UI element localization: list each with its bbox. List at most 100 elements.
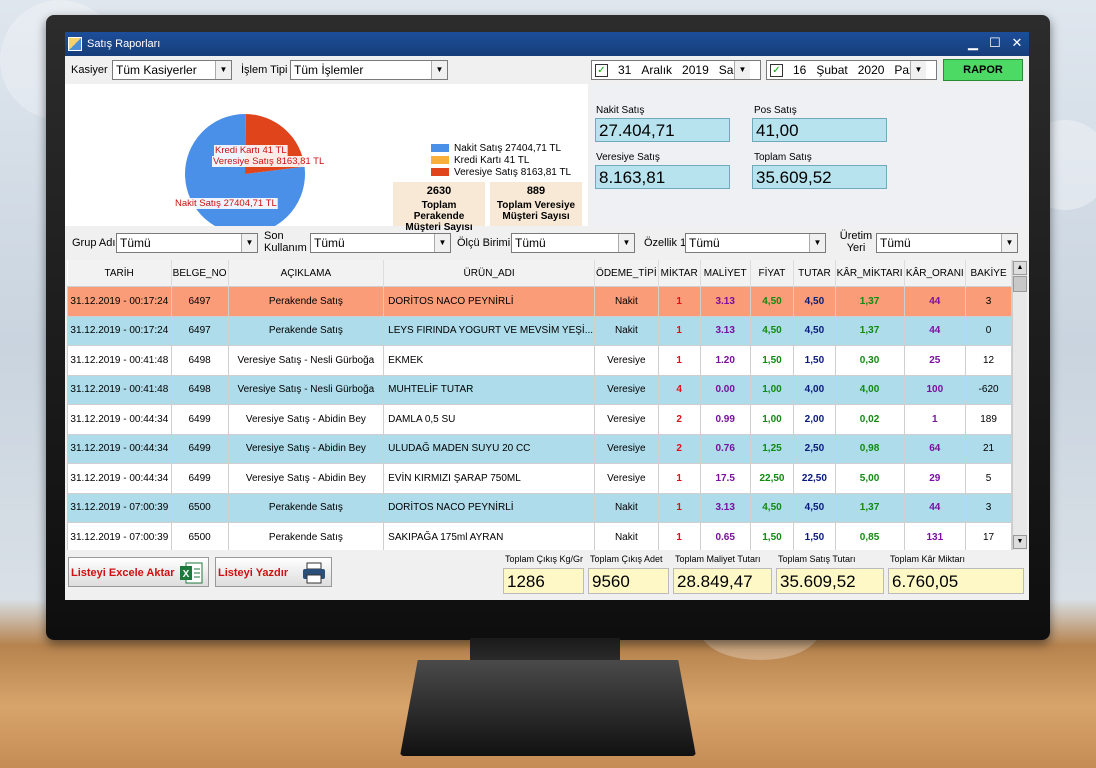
cell-aciklama: Veresiye Satış - Abidin Bey bbox=[227, 463, 385, 494]
islem-label: İşlem Tipi bbox=[241, 64, 288, 76]
table-row[interactable]: 31.12.2019 - 00:44:34 6499 Veresiye Satış … bbox=[67, 433, 1012, 464]
cell-oran: 100 bbox=[903, 374, 967, 405]
cell-odeme: Veresiye bbox=[594, 374, 659, 405]
scroll-thumb[interactable] bbox=[1013, 276, 1027, 292]
kasiyer-select[interactable]: Tüm Kasiyerler ▼ bbox=[112, 60, 232, 80]
cell-odeme: Veresiye bbox=[594, 433, 659, 464]
son-kullanim-select[interactable]: Tümü ▼ bbox=[310, 233, 451, 253]
grup-label: Grup Adı bbox=[72, 237, 116, 249]
table-row[interactable]: 31.12.2019 - 00:44:34 6499 Veresiye Satış … bbox=[67, 463, 1012, 494]
cell-fiyat: 4,50 bbox=[749, 286, 795, 317]
export-excel-button[interactable]: Listeyi Excele Aktar X bbox=[68, 557, 209, 587]
print-list-button[interactable]: Listeyi Yazdır bbox=[215, 557, 332, 587]
uretim-select[interactable]: Tümü ▼ bbox=[876, 233, 1018, 253]
cell-kar: 0,30 bbox=[834, 345, 905, 376]
cell-kar: 0,85 bbox=[834, 522, 905, 550]
uretim-label: Üretim Yeri bbox=[839, 230, 873, 254]
cell-maliyet: 0.99 bbox=[699, 404, 751, 435]
perakende-count: 2630 bbox=[426, 185, 452, 197]
table-row[interactable]: 31.12.2019 - 00:41:48 6498 Veresiye Satış … bbox=[67, 345, 1012, 376]
ozellik-label: Özellik 1 bbox=[644, 237, 687, 249]
cell-belge: 6499 bbox=[170, 404, 229, 435]
column-header[interactable]: BELGE_NO bbox=[171, 260, 229, 287]
column-header[interactable]: ÜRÜN_ADI bbox=[383, 260, 596, 287]
start-day: 31 bbox=[618, 63, 632, 77]
uretim-value: Tümü bbox=[880, 236, 911, 250]
column-header[interactable]: BAKİYE bbox=[965, 260, 1012, 287]
cell-aciklama: Veresiye Satış - Abidin Bey bbox=[227, 404, 385, 435]
column-header[interactable]: MİKTAR bbox=[658, 260, 701, 287]
cell-kar: 1,37 bbox=[834, 286, 905, 317]
maximize-icon[interactable]: ☐ bbox=[987, 35, 1003, 51]
kar-total-label: Toplam Kâr Miktarı bbox=[890, 554, 966, 564]
cell-fiyat: 1,25 bbox=[749, 433, 795, 464]
column-header[interactable]: KÂR_ORANI bbox=[904, 260, 967, 287]
cell-urun: ULUDAĞ MADEN SUYU 20 CC bbox=[383, 433, 596, 464]
column-header[interactable]: TARİH bbox=[67, 260, 172, 287]
legend-label: Kredi Kartı 41 TL bbox=[454, 154, 530, 166]
cell-odeme: Nakit bbox=[594, 315, 659, 346]
table-row[interactable]: 31.12.2019 - 07:00:39 6500 Perakende Satış… bbox=[67, 492, 1012, 523]
cell-urun: DORİTOS NACO PEYNİRLİ bbox=[383, 492, 596, 523]
table-row[interactable]: 31.12.2019 - 07:00:39 6500 Perakende Satış… bbox=[67, 522, 1012, 550]
pos-total-value: 41,00 bbox=[752, 118, 887, 142]
print-list-label: Listeyi Yazdır bbox=[218, 567, 289, 579]
nakit-total-label: Nakit Satış bbox=[596, 105, 645, 116]
cell-maliyet: 1.20 bbox=[699, 345, 751, 376]
column-header[interactable]: AÇIKLAMA bbox=[228, 260, 385, 287]
veresiye-total-value: 8.163,81 bbox=[595, 165, 730, 189]
son-kullanim-value: Tümü bbox=[314, 236, 345, 250]
scroll-up-icon[interactable]: ▲ bbox=[1013, 261, 1027, 275]
end-date-checkbox[interactable]: ✓ bbox=[770, 64, 783, 77]
table-row[interactable]: 31.12.2019 - 00:41:48 6498 Veresiye Satış … bbox=[67, 374, 1012, 405]
sales-table[interactable]: TARİH BELGE_NO AÇIKLAMA ÜRÜN_ADI ÖDEME_TİPİ M… bbox=[67, 260, 1012, 550]
veresiye-count-label: Toplam Veresiye Müşteri Sayısı bbox=[496, 200, 576, 222]
cell-belge: 6497 bbox=[170, 286, 229, 317]
cell-bakiye: 5 bbox=[965, 463, 1012, 494]
legend-item: Nakit Satış 27404,71 TL bbox=[431, 142, 571, 154]
start-month: Aralık bbox=[641, 63, 673, 77]
column-header[interactable]: KÂR_MİKTARI bbox=[835, 260, 905, 287]
chevron-down-icon: ▼ bbox=[618, 234, 634, 252]
cell-odeme: Nakit bbox=[594, 492, 659, 523]
cell-tutar: 2,00 bbox=[793, 404, 836, 435]
ozellik-select[interactable]: Tümü ▼ bbox=[685, 233, 826, 253]
cell-kar: 0,02 bbox=[834, 404, 905, 435]
cell-odeme: Nakit bbox=[594, 286, 659, 317]
column-header[interactable]: FİYAT bbox=[750, 260, 795, 287]
cell-fiyat: 4,50 bbox=[749, 315, 795, 346]
table-row[interactable]: 31.12.2019 - 00:17:24 6497 Perakende Satış… bbox=[67, 286, 1012, 317]
table-row[interactable]: 31.12.2019 - 00:17:24 6497 Perakende Satış… bbox=[67, 315, 1012, 346]
minimize-icon[interactable]: ▁ bbox=[965, 35, 981, 51]
kasiyer-value: Tüm Kasiyerler bbox=[116, 63, 197, 77]
cell-tarih: 31.12.2019 - 00:41:48 bbox=[67, 345, 172, 376]
table-scrollbar[interactable]: ▲ ▼ bbox=[1012, 260, 1027, 550]
table-row[interactable]: 31.12.2019 - 00:44:34 6499 Veresiye Satış … bbox=[67, 404, 1012, 435]
close-icon[interactable]: ✕ bbox=[1009, 35, 1025, 51]
start-date-picker[interactable]: ✓ 31 Aralık 2019 Salı ▼ bbox=[591, 60, 761, 80]
cell-tutar: 1,50 bbox=[793, 522, 836, 550]
cell-fiyat: 1,00 bbox=[749, 404, 795, 435]
start-date-checkbox[interactable]: ✓ bbox=[595, 64, 608, 77]
export-excel-label: Listeyi Excele Aktar bbox=[71, 567, 175, 579]
cell-belge: 6498 bbox=[170, 374, 229, 405]
olcu-select[interactable]: Tümü ▼ bbox=[511, 233, 635, 253]
maliyet-total-value: 28.849,47 bbox=[673, 568, 772, 594]
end-date-picker[interactable]: ✓16Şubat2020Pazar ▼ bbox=[766, 60, 937, 80]
scroll-down-icon[interactable]: ▼ bbox=[1013, 535, 1027, 549]
cell-miktar: 2 bbox=[657, 404, 701, 435]
islem-select[interactable]: Tüm İşlemler ▼ bbox=[290, 60, 448, 80]
column-header[interactable]: MALİYET bbox=[700, 260, 751, 287]
column-header[interactable]: ÖDEME_TİPİ bbox=[594, 260, 659, 287]
cell-fiyat: 22,50 bbox=[749, 463, 795, 494]
veresiye-count-box: 889 Toplam Veresiye Müşteri Sayısı bbox=[490, 182, 582, 226]
cell-tutar: 2,50 bbox=[793, 433, 836, 464]
column-header[interactable]: TUTAR bbox=[793, 260, 836, 287]
chevron-down-icon: ▼ bbox=[431, 61, 447, 79]
rapor-button[interactable]: RAPOR bbox=[943, 59, 1023, 81]
grup-select[interactable]: Tümü ▼ bbox=[116, 233, 258, 253]
pie-callout-kredi: Kredi Kartı 41 TL bbox=[215, 145, 287, 156]
islem-value: Tüm İşlemler bbox=[294, 63, 364, 77]
chevron-down-icon: ▼ bbox=[809, 234, 825, 252]
cell-tutar: 4,50 bbox=[793, 286, 836, 317]
